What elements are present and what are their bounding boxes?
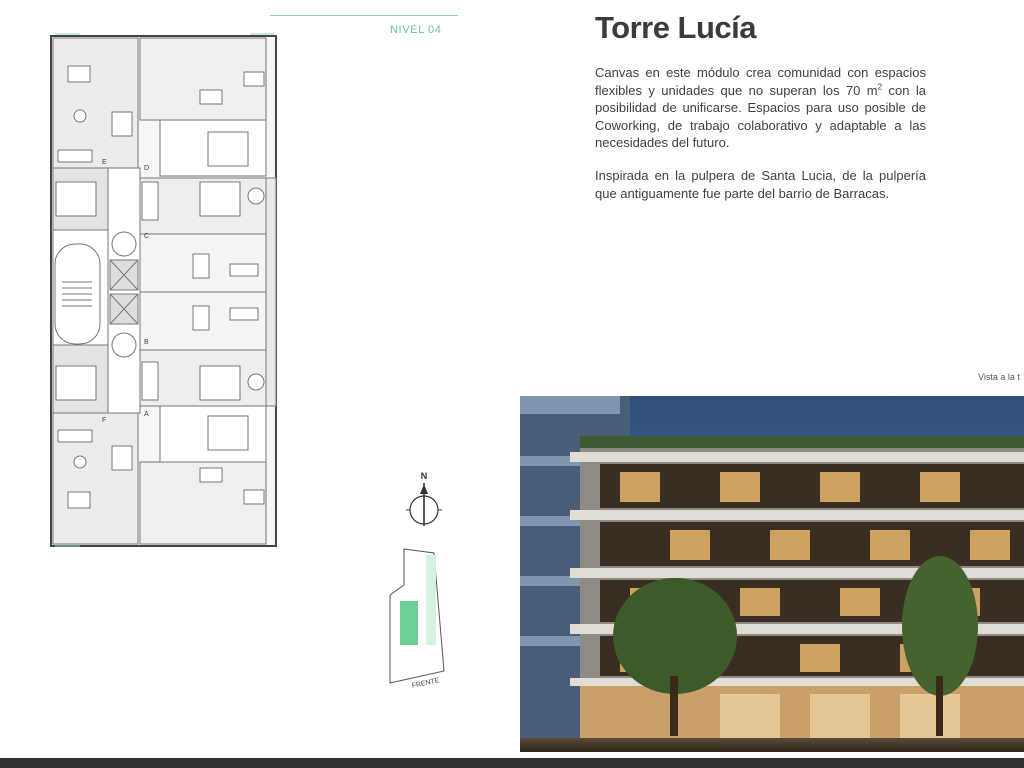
floor-plan-drawing: E D C B A F — [50, 33, 277, 547]
compass-north-label: N — [421, 471, 428, 481]
unit-label-d: D — [144, 165, 149, 172]
description-paragraph-2: Inspirada en la pulpera de Santa Lucia, … — [595, 168, 926, 201]
unit-label-f: F — [102, 417, 106, 424]
site-plan-drawing: FRENTE — [389, 548, 445, 690]
unit-label-e: E — [102, 159, 107, 166]
description-paragraph-1: Canvas en este módulo crea comunidad con… — [595, 65, 926, 150]
level-label: NIVEL 04 — [390, 24, 442, 36]
unit-label-a: A — [144, 411, 149, 418]
unit-label-b: B — [144, 339, 149, 346]
level-divider — [270, 15, 458, 16]
page-title: Torre Lucía — [595, 10, 757, 45]
building-render-image — [520, 396, 1024, 752]
bottom-bar — [0, 758, 1024, 768]
unit-label-c: C — [144, 233, 149, 240]
site-front-label: FRENTE — [411, 677, 440, 690]
north-compass-icon: N — [406, 471, 442, 526]
render-caption: Vista a la t — [978, 372, 1020, 382]
